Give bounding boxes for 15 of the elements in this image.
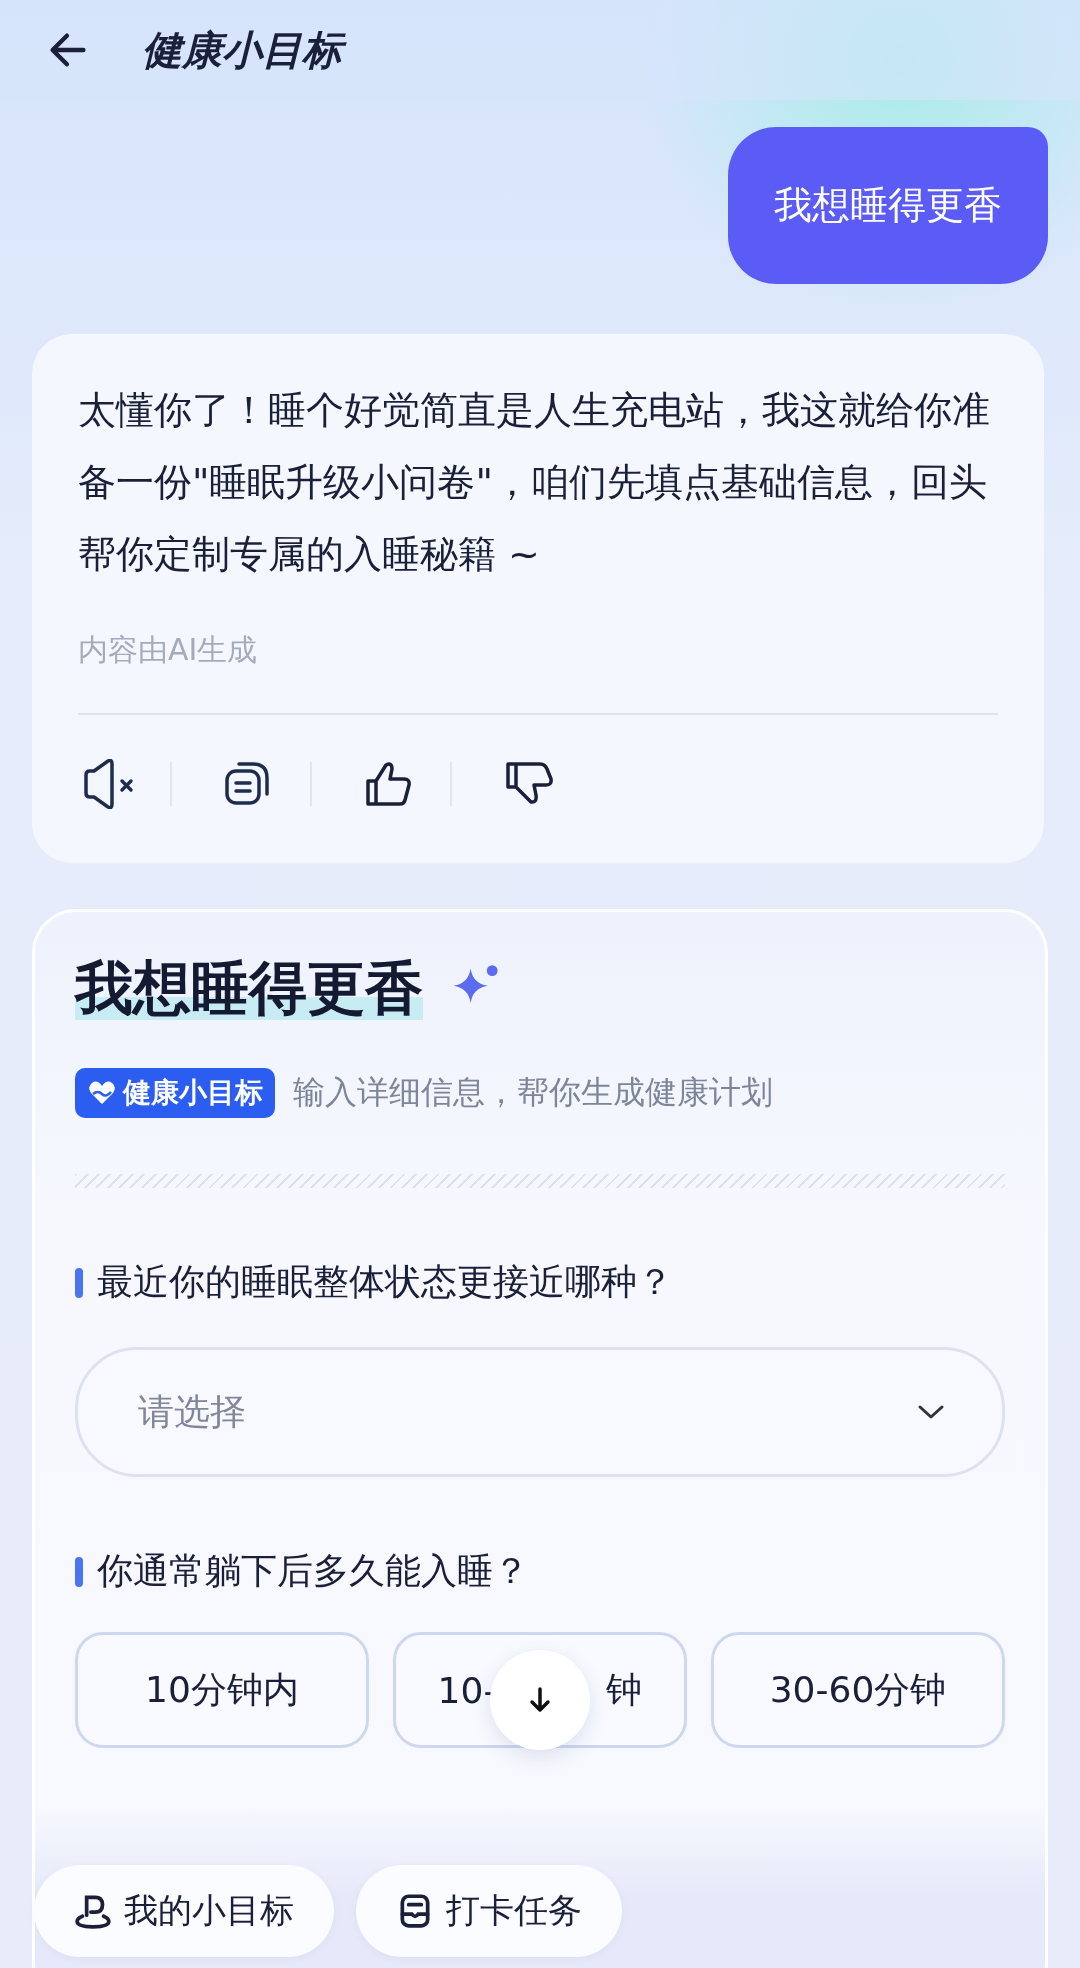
tag-label: 健康小目标 [123,1075,263,1112]
option-label: 钟 [606,1667,643,1712]
option-label: 10- [437,1669,497,1711]
bottom-button[interactable]: 我的小目标 [34,1865,334,1957]
page-title: 健康小目标 [140,20,350,80]
user-message: 我想睡得更香 [728,127,1048,285]
goal-icon [74,1892,112,1930]
bottom-button[interactable]: 打卡任务 [356,1865,622,1957]
option-button[interactable]: 10分钟内 [75,1632,369,1749]
option-button[interactable]: 30-60分钟 [711,1632,1005,1749]
reply-text: 太懂你了！睡个好觉简直是人生充电站，我这就给你准备一份"睡眠升级小问卷"，咱们先填点基础信息，回头帮你定制专属的入睡秘籍 ~ [78,387,991,579]
form-subtitle: 输入详细信息，帮你生成健康计划 [293,1072,773,1114]
question-label: 你通常躺下后多久能入睡？ [75,1547,1005,1597]
ai-note: 内容由AI生成 [78,631,259,670]
question-label: 最近你的睡眠整体状态更接近哪种？ [75,1258,1005,1308]
